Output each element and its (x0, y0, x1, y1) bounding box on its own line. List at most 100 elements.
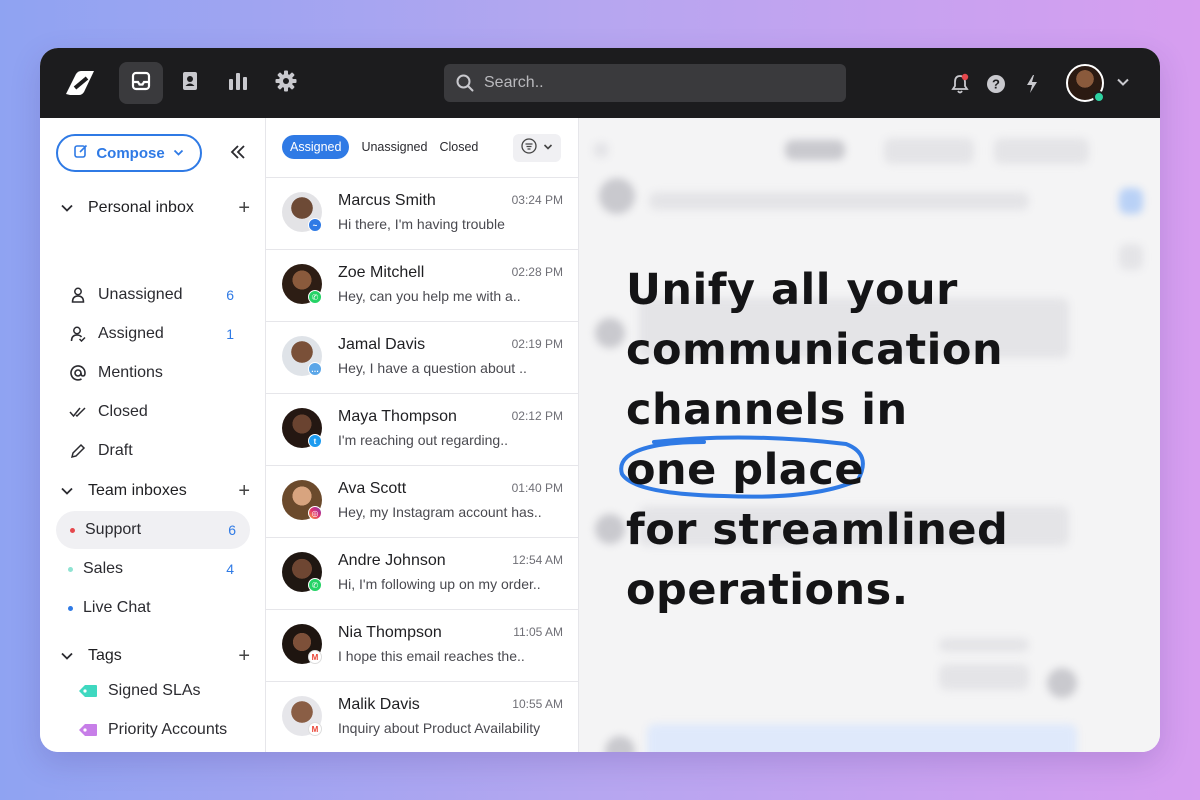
message-preview: Hey, my Instagram account has.. (338, 504, 542, 520)
personal-inbox-header[interactable]: Personal inbox + (60, 196, 250, 220)
sort-icon (521, 137, 537, 159)
support-count: 6 (228, 522, 236, 538)
chevron-down-icon (60, 201, 76, 215)
compose-button[interactable]: Compose (56, 134, 202, 172)
tag-label: Signed SLAs (108, 682, 201, 699)
compose-icon (74, 144, 88, 162)
message-time: 02:12 PM (511, 409, 563, 423)
tagline-line: operations. (626, 565, 909, 615)
user-avatar[interactable] (1066, 64, 1105, 103)
sidebar-item-assigned[interactable]: Assigned 1 (68, 321, 248, 347)
conversation-item[interactable]: ✆ Zoe Mitchell 02:28 PM Hey, can you hel… (266, 249, 579, 321)
blurred-element (1047, 668, 1077, 698)
sidebar-item-sales[interactable]: Sales 4 (68, 556, 248, 582)
blurred-element (649, 192, 1029, 210)
blurred-element (939, 664, 1029, 690)
message-time: 01:40 PM (511, 481, 563, 495)
tags-title: Tags (88, 647, 122, 664)
blurred-element (939, 638, 1029, 652)
contact-name: Malik Davis (338, 696, 420, 713)
conversation-item[interactable]: M Nia Thompson 11:05 AM I hope this emai… (266, 609, 579, 681)
message-preview: I hope this email reaches the.. (338, 648, 525, 664)
lightning-icon[interactable] (1021, 73, 1043, 95)
sidebar-item-label: Unassigned (98, 286, 183, 303)
sort-button[interactable] (513, 134, 561, 162)
conversation-item[interactable]: t Maya Thompson 02:12 PM I'm reaching ou… (266, 393, 579, 465)
conversation-item[interactable]: ✆ Andre Johnson 12:54 AM Hi, I'm followi… (266, 537, 579, 609)
bell-icon[interactable] (949, 73, 971, 95)
inbox-icon (131, 71, 151, 96)
contact-name: Marcus Smith (338, 192, 436, 209)
contact-name: Ava Scott (338, 480, 407, 497)
collapse-sidebar-button[interactable] (230, 144, 246, 165)
tagline-text: channels in (626, 385, 908, 435)
sidebar-item-draft[interactable]: Draft (68, 438, 248, 464)
contacts-nav-button[interactable] (168, 62, 212, 104)
sidebar-item-label: Closed (98, 403, 148, 420)
chevron-down-icon[interactable] (1116, 75, 1130, 94)
chat-icon: … (308, 362, 322, 376)
message-preview: Hi there, I'm having trouble (338, 216, 505, 232)
conversation-item[interactable]: M Malik Davis 10:55 AM Inquiry about Pro… (266, 681, 579, 752)
conversation-item[interactable]: ◎ Ava Scott 01:40 PM Hey, my Instagram a… (266, 465, 579, 537)
sidebar-item-support[interactable]: Support 6 (56, 511, 250, 549)
sidebar-item-label: Draft (98, 442, 133, 459)
personal-inbox-title: Personal inbox (88, 199, 194, 216)
gmail-icon: M (308, 722, 322, 736)
search-icon (456, 74, 474, 92)
compose-label: Compose (96, 144, 165, 162)
tag-icon (78, 722, 98, 738)
message-time: 10:55 AM (512, 697, 563, 711)
marketing-tagline: Unify all your communication channels in… (619, 260, 1146, 620)
top-bar: Search.. ? (40, 48, 1160, 118)
inbox-nav-button[interactable] (119, 62, 163, 104)
whatsapp-icon: ✆ (308, 290, 322, 304)
contact-name: Andre Johnson (338, 552, 446, 569)
conversation-item[interactable]: … Jamal Davis 02:19 PM Hey, I have a que… (266, 321, 579, 393)
filter-closed[interactable]: Closed (439, 140, 478, 154)
message-time: 03:24 PM (511, 193, 563, 207)
conversation-detail-panel: Unify all your communication channels in… (579, 118, 1160, 752)
contact-name: Maya Thompson (338, 408, 457, 425)
blurred-element (785, 140, 845, 160)
reports-nav-button[interactable] (216, 62, 260, 104)
search-input[interactable]: Search.. (444, 64, 846, 102)
sidebar-item-label: Support (85, 521, 142, 538)
tags-header[interactable]: Tags + (60, 644, 250, 668)
sidebar-item-unassigned[interactable]: Unassigned 6 (68, 282, 248, 308)
sidebar: Compose Personal inbox + Unassigned 6 As… (40, 118, 266, 752)
conversation-list: Assigned Unassigned Closed ~ Marcus Smit… (266, 118, 579, 752)
sidebar-item-live-chat[interactable]: Live Chat (68, 595, 248, 621)
message-preview: I'm reaching out regarding.. (338, 432, 508, 448)
add-icon[interactable]: + (238, 481, 250, 501)
add-icon[interactable]: + (238, 198, 250, 218)
messenger-icon: ~ (308, 218, 322, 232)
tag-item-priority-accounts[interactable]: Priority Accounts (78, 717, 258, 743)
settings-nav-button[interactable] (264, 62, 308, 104)
user-check-icon (68, 326, 88, 342)
help-icon[interactable]: ? (985, 73, 1007, 95)
pencil-icon (68, 443, 88, 459)
sidebar-item-mentions[interactable]: Mentions (68, 360, 248, 386)
add-icon[interactable]: + (238, 646, 250, 666)
sidebar-item-closed[interactable]: Closed (68, 399, 248, 425)
filter-assigned[interactable]: Assigned (282, 135, 350, 159)
sidebar-item-label: Assigned (98, 325, 164, 342)
team-inboxes-header[interactable]: Team inboxes + (60, 479, 250, 503)
blurred-element (599, 178, 635, 214)
svg-text:?: ? (992, 77, 1000, 92)
logo-icon[interactable] (62, 68, 98, 98)
conversation-item[interactable]: ~ Marcus Smith 03:24 PM Hi there, I'm ha… (266, 177, 579, 249)
support-color-dot (70, 527, 75, 533)
tagline-line: for streamlined (626, 505, 1009, 555)
message-time: 02:28 PM (511, 265, 563, 279)
tagline-line: Unify all your (626, 265, 958, 315)
tag-item-signed-slas[interactable]: Signed SLAs (78, 678, 258, 704)
filter-unassigned[interactable]: Unassigned (361, 140, 427, 154)
whatsapp-icon: ✆ (308, 578, 322, 592)
chevron-down-icon (173, 145, 184, 162)
chevron-down-icon (60, 484, 76, 498)
tagline-highlight-text: one place (626, 445, 864, 495)
tag-icon (78, 683, 98, 699)
message-time: 11:05 AM (513, 625, 563, 639)
